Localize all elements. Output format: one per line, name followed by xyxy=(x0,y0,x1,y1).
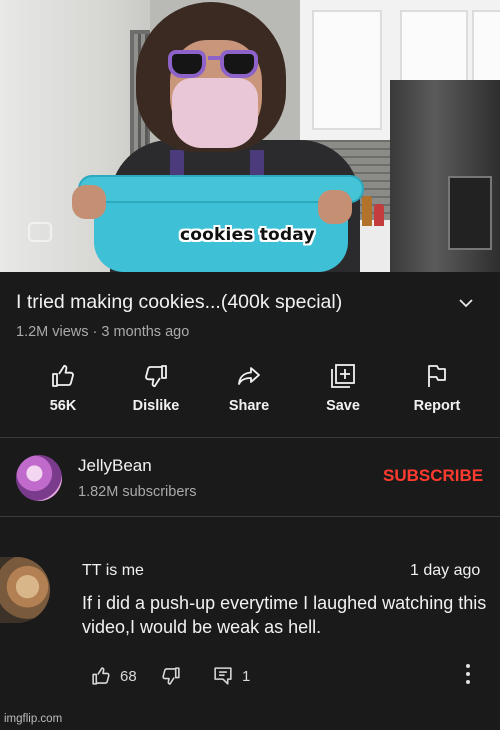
dislike-button[interactable]: Dislike xyxy=(111,360,201,424)
thumbs-down-icon xyxy=(162,667,180,685)
flag-icon xyxy=(428,365,446,387)
share-label: Share xyxy=(228,398,270,414)
save-label: Save xyxy=(326,398,360,414)
sunglasses-lens xyxy=(168,50,206,78)
channel-avatar[interactable] xyxy=(16,455,62,501)
add-to-playlist-icon xyxy=(331,364,355,388)
video-title[interactable]: I tried making cookies...(400k special) xyxy=(16,291,342,314)
thumbs-down-icon xyxy=(145,365,167,388)
hand xyxy=(72,185,106,219)
bottle xyxy=(362,196,372,226)
dislike-label: Dislike xyxy=(132,398,180,414)
comment-author[interactable]: TT is me xyxy=(82,562,144,580)
report-label: Report xyxy=(413,398,461,414)
action-bar: 56K Dislike Share Save Report xyxy=(0,360,500,424)
bottle xyxy=(374,204,384,226)
sunglasses xyxy=(168,50,260,80)
thumbs-up-icon xyxy=(92,667,110,685)
commenter-avatar[interactable] xyxy=(0,557,50,623)
more-options-icon[interactable] xyxy=(462,664,474,688)
divider xyxy=(0,516,500,517)
like-button[interactable]: 56K xyxy=(18,360,108,424)
video-watermark-icon xyxy=(28,222,52,242)
cabinet-door xyxy=(312,10,382,130)
reply-icon xyxy=(214,667,232,685)
channel-name[interactable]: JellyBean xyxy=(78,456,152,476)
imgflip-watermark: imgflip.com xyxy=(4,713,63,725)
comment-dislike-button[interactable] xyxy=(160,664,182,688)
chevron-down-icon[interactable] xyxy=(456,293,476,313)
video-meta: 1.2M views · 3 months ago xyxy=(16,324,190,340)
share-button[interactable]: Share xyxy=(204,360,294,424)
comment-reply-button[interactable]: 1 xyxy=(212,664,250,688)
comment-like-button[interactable]: 68 xyxy=(90,664,137,688)
hand xyxy=(318,190,352,224)
comment-text: If i did a push-up everytime I laughed w… xyxy=(82,593,487,637)
comment-reply-count: 1 xyxy=(242,667,251,685)
sunglasses-lens xyxy=(220,50,258,78)
sunglasses-bridge xyxy=(208,56,220,60)
share-arrow-icon xyxy=(238,367,260,385)
thumbs-up-icon xyxy=(52,364,74,387)
like-count: 56K xyxy=(49,398,77,414)
report-button[interactable]: Report xyxy=(392,360,482,424)
video-player[interactable]: cookies today xyxy=(0,0,500,272)
comment-like-count: 68 xyxy=(120,667,137,685)
video-caption: cookies today xyxy=(180,225,315,245)
subscribe-button[interactable]: SUBSCRIBE xyxy=(383,466,483,486)
divider xyxy=(0,437,500,438)
subscriber-count: 1.82M subscribers xyxy=(78,484,197,500)
save-button[interactable]: Save xyxy=(298,360,388,424)
comment-timestamp: 1 day ago xyxy=(410,562,481,579)
face-mask xyxy=(172,78,258,148)
fridge-dispenser xyxy=(448,176,492,250)
